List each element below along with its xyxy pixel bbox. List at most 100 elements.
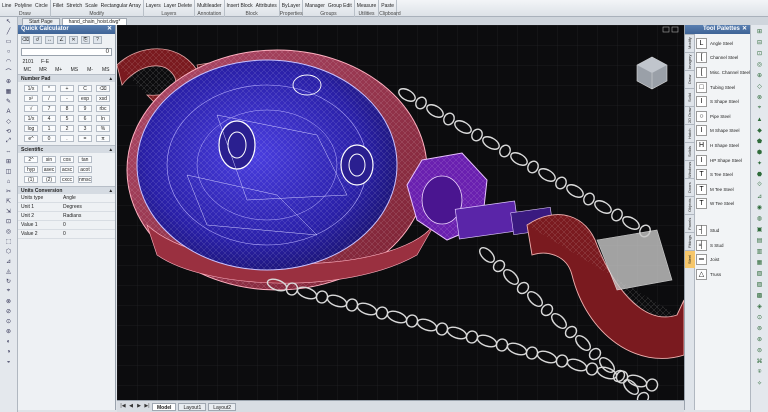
palette-item[interactable]: IS Shape Steel bbox=[696, 94, 751, 109]
calc-key[interactable]: 4 bbox=[42, 115, 56, 122]
tool-icon[interactable]: ⊡ bbox=[754, 49, 765, 58]
angle-icon[interactable]: ∠ bbox=[57, 36, 66, 44]
tool-icon[interactable]: ▥ bbox=[754, 247, 765, 256]
tool-icon[interactable]: ⊡ bbox=[3, 217, 14, 226]
scientific-key[interactable]: acot bbox=[78, 166, 92, 173]
tool-icon[interactable]: ⟐ bbox=[754, 181, 765, 190]
tool-icon[interactable]: ⊛ bbox=[754, 335, 765, 344]
tool-icon[interactable]: ⊙ bbox=[754, 313, 765, 322]
tool-icon[interactable]: ⬢ bbox=[754, 148, 765, 157]
calc-key[interactable]: 1 bbox=[42, 125, 56, 132]
layout-tab-model[interactable]: Model bbox=[152, 402, 177, 411]
calc-key[interactable]: = bbox=[78, 135, 92, 142]
tool-icon[interactable]: ⟲ bbox=[3, 127, 14, 136]
scientific-key[interactable]: cos bbox=[60, 156, 74, 163]
palette-item[interactable]: [Misc. Channel Steel bbox=[696, 65, 751, 80]
tool-icon[interactable]: A bbox=[3, 107, 14, 116]
calc-key[interactable]: 6 bbox=[78, 115, 92, 122]
tool-icon[interactable]: ⊞ bbox=[3, 157, 14, 166]
units-value[interactable]: Radians bbox=[63, 213, 112, 219]
tool-icon[interactable]: ◎ bbox=[3, 227, 14, 236]
history-icon[interactable]: ↺ bbox=[33, 36, 42, 44]
palette-tab-windows[interactable]: Windows bbox=[685, 160, 695, 178]
layout-nav-button[interactable]: ▶ bbox=[136, 403, 142, 410]
memory-button[interactable]: M- bbox=[84, 67, 97, 73]
calc-key[interactable]: C bbox=[78, 85, 92, 92]
palette-tab-objects[interactable]: Objects bbox=[685, 196, 695, 214]
palette-tab-hatch[interactable]: Hatch bbox=[685, 124, 695, 142]
calc-key[interactable]: 9 bbox=[78, 105, 92, 112]
palette-tab-2d-draw[interactable]: 2D Draw bbox=[685, 106, 695, 124]
tool-icon[interactable]: ▤ bbox=[754, 236, 765, 245]
scientific-key[interactable]: tan bbox=[78, 156, 92, 163]
intersection-icon[interactable]: ✕ bbox=[69, 36, 78, 44]
tool-icon[interactable]: ◈ bbox=[754, 302, 765, 311]
scientific-key[interactable]: (1) bbox=[24, 176, 38, 183]
palette-tab-solid[interactable]: Solid bbox=[685, 88, 695, 106]
tool-icon[interactable]: ⍟ bbox=[754, 368, 765, 377]
close-icon[interactable]: ✕ bbox=[742, 25, 747, 34]
palette-item[interactable]: L Angle Steel bbox=[696, 36, 751, 51]
calc-key[interactable]: * bbox=[42, 85, 56, 92]
layout-nav-button[interactable]: ▶| bbox=[144, 403, 150, 410]
ribbon-button[interactable]: Stretch bbox=[66, 3, 82, 9]
calc-key[interactable]: π bbox=[96, 135, 110, 142]
tool-icon[interactable]: ✦ bbox=[754, 159, 765, 168]
ribbon-button[interactable]: Multileader bbox=[197, 3, 221, 9]
tool-icon[interactable]: ⌂ bbox=[3, 177, 14, 186]
tool-icon[interactable]: ⊜ bbox=[754, 346, 765, 355]
palette-tab-modify[interactable]: Modify bbox=[685, 34, 695, 52]
ribbon-button[interactable]: Insert Block bbox=[227, 3, 253, 9]
tool-icon[interactable]: ◇ bbox=[754, 82, 765, 91]
tool-icon[interactable]: ⌒ bbox=[3, 67, 14, 76]
tool-icon[interactable]: ⤢ bbox=[3, 137, 14, 146]
units-row[interactable]: Value 1 0 bbox=[18, 221, 115, 230]
tool-icon[interactable]: ◐ bbox=[3, 337, 14, 346]
tool-icon[interactable]: ✂ bbox=[3, 187, 14, 196]
units-header[interactable]: Units Conversion ▴ bbox=[18, 186, 115, 194]
calc-key[interactable]: / bbox=[42, 95, 56, 102]
scientific-key[interactable]: sin bbox=[42, 156, 56, 163]
palette-tab-fittings[interactable]: Fittings bbox=[685, 232, 695, 250]
ribbon-button[interactable]: Scale bbox=[85, 3, 98, 9]
palette-item[interactable]: ═ Joist bbox=[696, 252, 751, 267]
tool-icon[interactable]: ◇ bbox=[3, 117, 14, 126]
distance-icon[interactable]: ↔ bbox=[45, 36, 54, 44]
tool-icon[interactable]: ⌖ bbox=[3, 287, 14, 296]
calc-key[interactable]: 1/x bbox=[24, 85, 38, 92]
palette-item[interactable]: HH Shape Steel bbox=[696, 138, 751, 153]
tool-icon[interactable]: ◫ bbox=[3, 167, 14, 176]
tool-icon[interactable]: ⊗ bbox=[754, 93, 765, 102]
ribbon-button[interactable]: Paste bbox=[381, 3, 394, 9]
scientific-key[interactable]: asec bbox=[42, 166, 56, 173]
tool-icon[interactable]: ▧ bbox=[754, 269, 765, 278]
scientific-key[interactable]: cxcc bbox=[60, 176, 74, 183]
tool-icon[interactable]: ↖ bbox=[3, 17, 14, 26]
ribbon-button[interactable]: Layer Delete bbox=[164, 3, 192, 9]
tool-icon[interactable]: ◍ bbox=[754, 214, 765, 223]
tool-icon[interactable]: ▦ bbox=[3, 87, 14, 96]
tool-icon[interactable]: ▭ bbox=[3, 37, 14, 46]
calc-key[interactable]: ln bbox=[96, 115, 110, 122]
tool-icon[interactable]: ◉ bbox=[754, 203, 765, 212]
palette-tab-solids[interactable]: Solids bbox=[685, 142, 695, 160]
tool-icon[interactable]: ⊗ bbox=[3, 297, 14, 306]
units-row[interactable]: Unit 2 Radians bbox=[18, 212, 115, 221]
tool-icon[interactable]: ▩ bbox=[754, 291, 765, 300]
palette-item[interactable]: ┤ Stud bbox=[696, 223, 751, 238]
memory-button[interactable]: MR bbox=[37, 67, 50, 73]
calc-key[interactable]: 1/x bbox=[24, 115, 38, 122]
tool-icon[interactable]: ▲ bbox=[754, 115, 765, 124]
palette-item[interactable]: □ Tubing Steel bbox=[696, 80, 751, 95]
tool-icon[interactable]: ✧ bbox=[754, 379, 765, 388]
calc-key[interactable]: 3 bbox=[78, 125, 92, 132]
calc-key[interactable]: 2 bbox=[60, 125, 74, 132]
close-icon[interactable]: ✕ bbox=[107, 25, 112, 34]
drawing-viewport[interactable] bbox=[117, 25, 684, 400]
tool-icon[interactable]: ⬟ bbox=[754, 137, 765, 146]
ribbon-button[interactable]: ByLayer bbox=[282, 3, 300, 9]
units-row[interactable]: Unit 1 Degrees bbox=[18, 203, 115, 212]
ribbon-button[interactable]: Line bbox=[2, 3, 11, 9]
memory-button[interactable]: MS bbox=[68, 67, 81, 73]
calc-key[interactable]: log bbox=[24, 125, 38, 132]
